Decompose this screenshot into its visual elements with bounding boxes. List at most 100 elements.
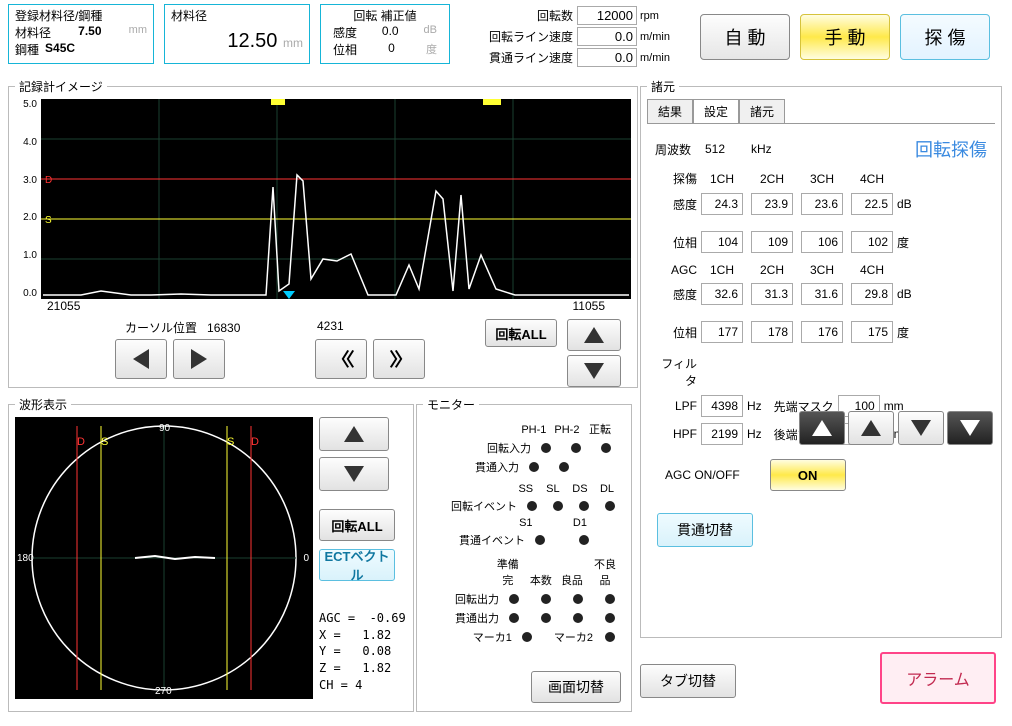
agc-isou-4ch[interactable]: 175 bbox=[851, 321, 893, 343]
svg-text:S: S bbox=[101, 436, 108, 448]
col: 良品 bbox=[558, 572, 586, 588]
ect-vector-button[interactable]: ECTベクトル bbox=[319, 549, 395, 581]
kando-2ch[interactable]: 23.9 bbox=[751, 193, 793, 215]
agc-label: AGC = bbox=[319, 611, 355, 625]
auto-button[interactable]: 自 動 bbox=[700, 14, 790, 60]
angle-label: 180 bbox=[17, 553, 34, 564]
col-ph2: PH-2 bbox=[552, 424, 582, 436]
ch-header: 1CH bbox=[697, 263, 747, 277]
wave-rotate-all-button[interactable]: 回転ALL bbox=[319, 509, 395, 541]
isou-2ch[interactable]: 109 bbox=[751, 231, 793, 253]
nav-right-button[interactable] bbox=[173, 339, 225, 379]
indicator-dot bbox=[509, 594, 519, 604]
spec-down-button[interactable] bbox=[898, 411, 944, 445]
lpf-label: LPF bbox=[655, 399, 697, 413]
agc-kando-1ch[interactable]: 32.6 bbox=[701, 283, 743, 305]
agc-on-button[interactable]: ON bbox=[770, 459, 846, 491]
unit: 度 bbox=[897, 324, 921, 341]
tab-setting[interactable]: 設定 bbox=[693, 99, 739, 123]
ch-header: 2CH bbox=[747, 172, 797, 186]
through-speed-unit: m/min bbox=[640, 52, 682, 64]
current-diameter-box: 材料径 12.50 mm bbox=[164, 4, 310, 64]
tab-spec[interactable]: 諸元 bbox=[739, 99, 785, 123]
isou-1ch[interactable]: 104 bbox=[701, 231, 743, 253]
tab-switch-button[interactable]: タブ切替 bbox=[640, 664, 736, 698]
row-label: 貫通入力 bbox=[425, 459, 525, 475]
agc-kando-2ch[interactable]: 31.3 bbox=[751, 283, 793, 305]
indicator-dot bbox=[529, 462, 539, 472]
unit: Hz bbox=[747, 427, 762, 441]
rotate-all-button[interactable]: 回転ALL bbox=[485, 319, 557, 347]
manual-button[interactable]: 手 動 bbox=[800, 14, 890, 60]
phase-value: 0 bbox=[388, 41, 395, 58]
sens-unit: dB bbox=[424, 24, 437, 41]
ch-header: 1CH bbox=[697, 172, 747, 186]
ch-header: 4CH bbox=[847, 172, 897, 186]
fast-right-button[interactable]: 〉〉 bbox=[373, 339, 425, 379]
kando-1ch[interactable]: 24.3 bbox=[701, 193, 743, 215]
alarm-button[interactable]: アラーム bbox=[880, 652, 996, 704]
agc-kando-4ch[interactable]: 29.8 bbox=[851, 283, 893, 305]
indicator-dot bbox=[573, 594, 583, 604]
ytick: 0.0 bbox=[15, 288, 37, 299]
spec-top-button[interactable] bbox=[799, 411, 845, 445]
kando-label: 感度 bbox=[655, 196, 697, 213]
sens-value: 0.0 bbox=[382, 24, 399, 41]
lpf-value[interactable]: 4398 bbox=[701, 395, 743, 417]
row-label: 回転イベント bbox=[425, 498, 523, 514]
col: S1 bbox=[514, 517, 538, 529]
agc-isou-3ch[interactable]: 176 bbox=[801, 321, 843, 343]
triangle-down-icon bbox=[960, 420, 980, 436]
diameter-value: 7.50 bbox=[78, 24, 101, 41]
phase-label: 位相 bbox=[333, 41, 357, 58]
z-label: Z = bbox=[319, 661, 341, 675]
nav-up-button[interactable] bbox=[567, 319, 621, 351]
x-value: 1.82 bbox=[341, 628, 392, 642]
spec-bottom-button[interactable] bbox=[947, 411, 993, 445]
polar-plot: D S S D 90 0 180 270 bbox=[15, 417, 313, 699]
steel-value: S45C bbox=[45, 41, 75, 58]
freq-label: 周波数 bbox=[655, 141, 705, 158]
diameter-label: 材料径 bbox=[15, 24, 51, 41]
ch-header: 2CH bbox=[747, 263, 797, 277]
kando-3ch[interactable]: 23.6 bbox=[801, 193, 843, 215]
kando-4ch[interactable]: 22.5 bbox=[851, 193, 893, 215]
indicator-dot bbox=[541, 443, 551, 453]
wave-up-button[interactable] bbox=[319, 417, 389, 451]
agc-kando-3ch[interactable]: 31.6 bbox=[801, 283, 843, 305]
agc-isou-1ch[interactable]: 177 bbox=[701, 321, 743, 343]
row-label: マーカ1 bbox=[425, 629, 518, 645]
spec-up-button[interactable] bbox=[848, 411, 894, 445]
inspect-button[interactable]: 探 傷 bbox=[900, 14, 990, 60]
isou-label: 位相 bbox=[655, 234, 697, 251]
current-diameter-unit: mm bbox=[283, 36, 303, 50]
nav-left-button[interactable] bbox=[115, 339, 167, 379]
col: DS bbox=[568, 483, 592, 495]
current-diameter-value: 12.50 bbox=[227, 30, 277, 52]
isou-3ch[interactable]: 106 bbox=[801, 231, 843, 253]
nav-down-button[interactable] bbox=[567, 355, 621, 387]
screen-switch-button[interactable]: 画面切替 bbox=[531, 671, 621, 703]
ch-value: 4 bbox=[355, 678, 362, 692]
hpf-value[interactable]: 2199 bbox=[701, 423, 743, 445]
triangle-down-icon bbox=[344, 466, 364, 482]
agc-isou-2ch[interactable]: 178 bbox=[751, 321, 793, 343]
registered-material-box: 登録材料径/鋼種 材料径 7.50 mm 鋼種 S45C bbox=[8, 4, 154, 64]
triangle-up-icon bbox=[584, 327, 604, 343]
indicator-dot bbox=[559, 462, 569, 472]
spec-group: 諸元 結果設定諸元 周波数 512 kHz 回転探傷 探傷 1CH 2CH 3C… bbox=[640, 78, 1002, 638]
tab-result[interactable]: 結果 bbox=[647, 99, 693, 123]
kantsuu-button[interactable]: 貫通切替 bbox=[657, 513, 753, 547]
svg-text:S: S bbox=[45, 215, 52, 226]
indicator-dot bbox=[573, 613, 583, 623]
spec-legend: 諸元 bbox=[647, 78, 679, 95]
wave-down-button[interactable] bbox=[319, 457, 389, 491]
x-label: X = bbox=[319, 628, 341, 642]
freq-value[interactable]: 512 bbox=[705, 142, 751, 156]
isou-4ch[interactable]: 102 bbox=[851, 231, 893, 253]
unit: dB bbox=[897, 197, 921, 211]
ytick: 2.0 bbox=[15, 212, 37, 223]
ytick: 3.0 bbox=[15, 175, 37, 186]
fast-left-button[interactable]: 〈〈 bbox=[315, 339, 367, 379]
mode-label: 回転探傷 bbox=[915, 136, 987, 162]
